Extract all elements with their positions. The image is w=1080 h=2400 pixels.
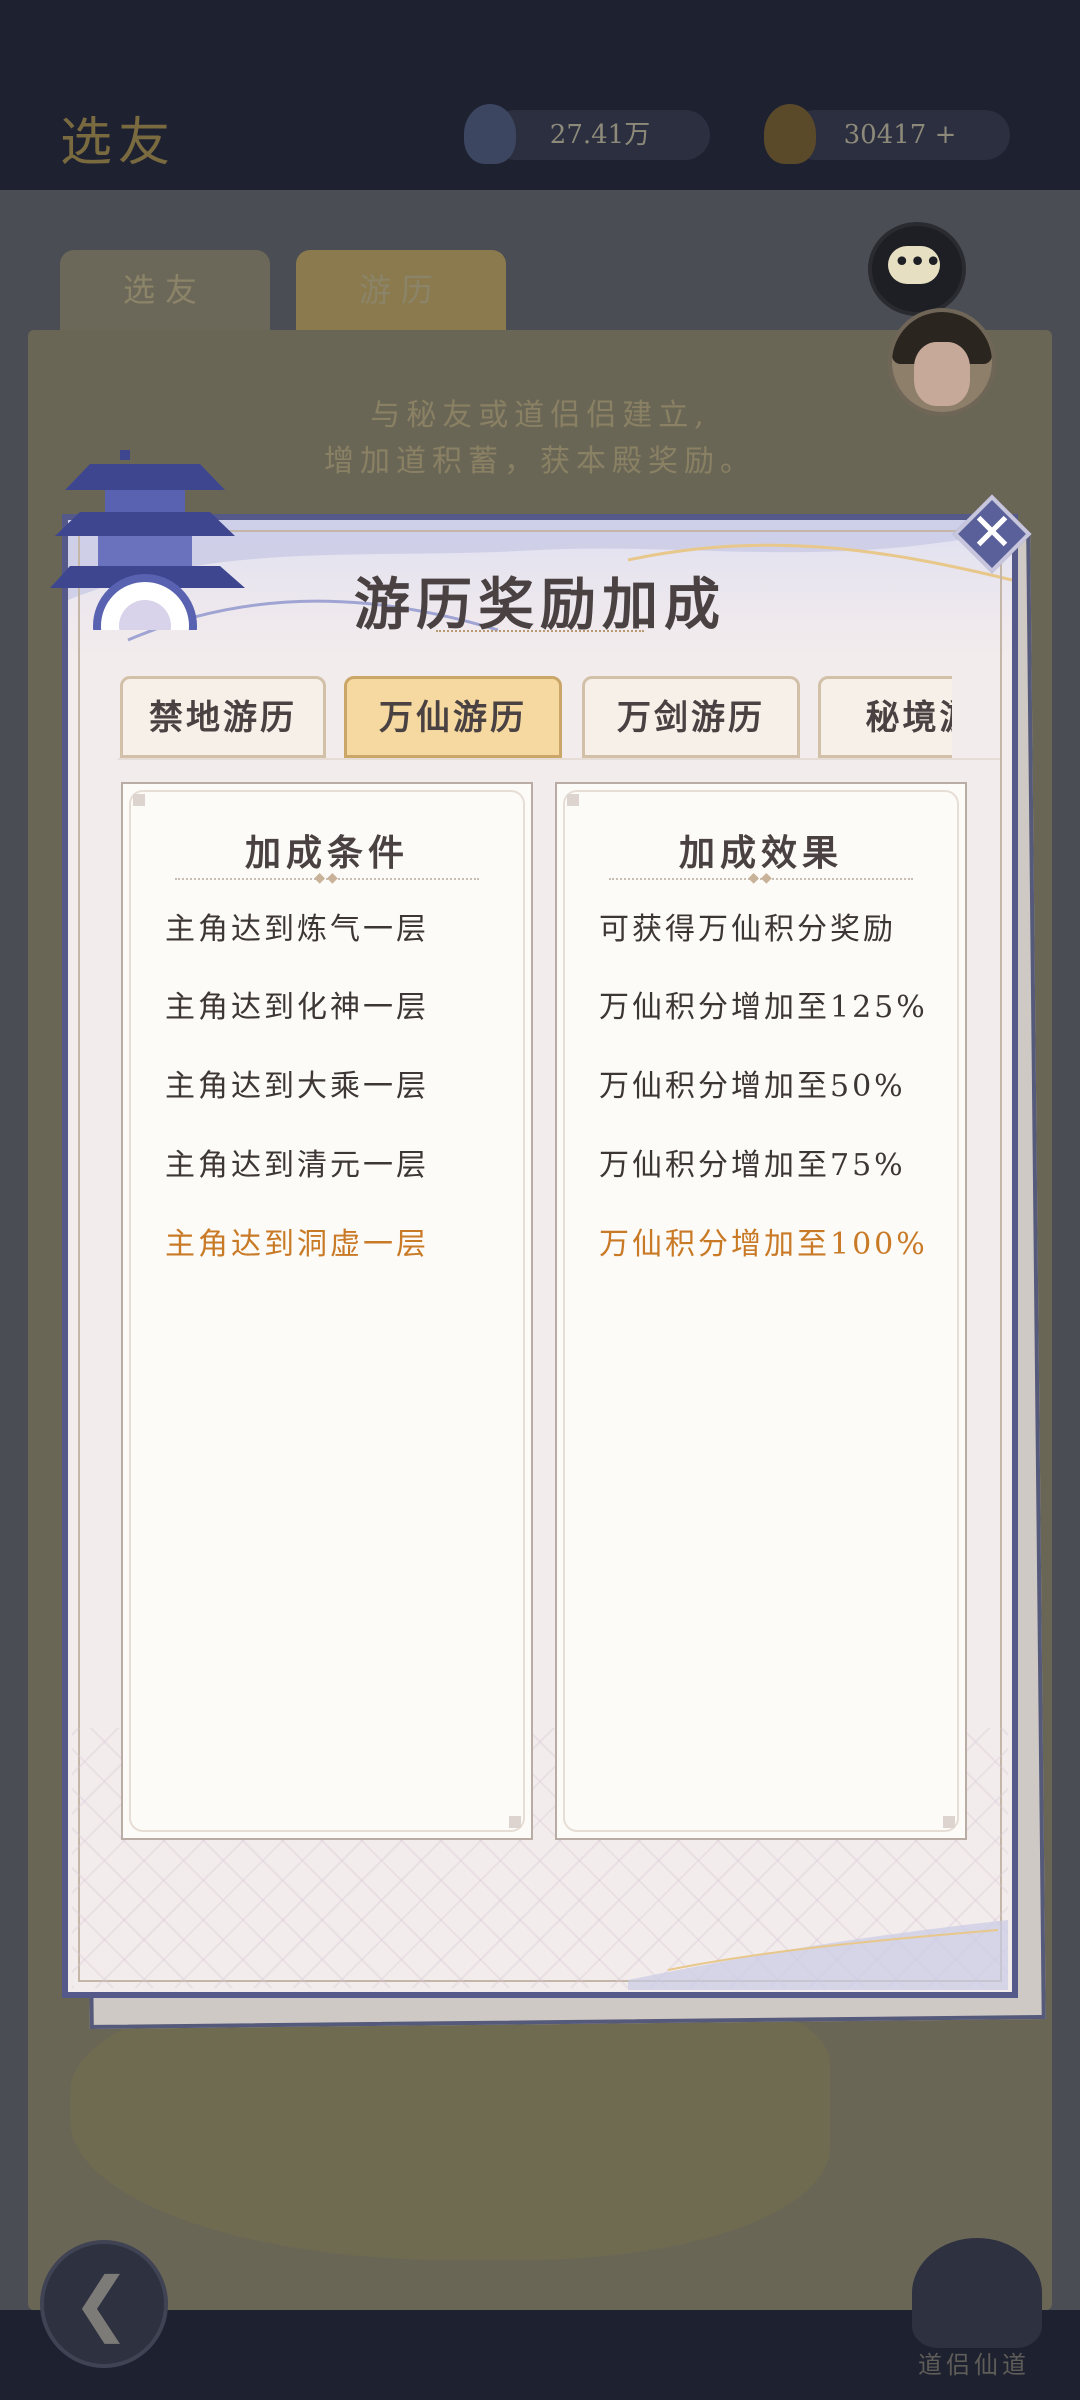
condition-row: 主角达到大乘一层 [165,1069,429,1104]
screen-title: 选友 [60,113,177,173]
chat-dots-icon: ••• [893,245,942,280]
avatar[interactable] [888,308,996,416]
tab-wanxian[interactable]: 万仙游历 [344,676,562,758]
conditions-panel: 加成条件 ◆◆ 主角达到炼气一层 主角达到化神一层 主角达到大乘一层 主角达到清… [121,782,533,1840]
close-icon: ✕ [970,503,1014,563]
resource-counter-1[interactable]: 27.41万 [464,104,710,164]
effects-header: 加成效果 [678,832,843,874]
effect-row: 万仙积分增加至125% [599,990,928,1025]
effect-row: 可获得万仙积分奖励 [599,912,896,947]
effects-panel: 加成效果 ◆◆ 可获得万仙积分奖励 万仙积分增加至125% 万仙积分增加至50%… [555,782,967,1840]
divider-diamond-icon: ◆◆ [748,870,774,886]
tab-forbidden-land[interactable]: 禁地游历 [120,676,326,758]
spirit-stone-icon [464,104,516,164]
wave-decoration-bottom [628,1920,1008,1990]
back-arrow-icon: ❮ [72,2262,131,2344]
resource-counter-2[interactable]: 30417 + [764,104,1010,164]
condition-row: 主角达到化神一层 [165,990,429,1025]
condition-row: 主角达到清元一层 [165,1148,429,1183]
effect-row: 万仙积分增加至50% [599,1069,906,1104]
companion-hall-icon[interactable] [912,2238,1042,2348]
tabs-divider [118,758,1000,760]
modal-title: 游历奖励加成 [354,572,726,638]
bottom-right-label: 道侣仙道 [918,2351,1030,2379]
bg-tab-companions[interactable]: 选友 [60,250,270,330]
conditions-header: 加成条件 [244,832,409,874]
effect-row: 万仙积分增加至75% [599,1148,906,1183]
close-button[interactable]: ✕ [952,494,1032,574]
tab-secret-realm[interactable]: 秘境游 [818,676,952,758]
lightning-icon [764,104,816,164]
condition-row: 主角达到炼气一层 [165,912,429,947]
tab-bar: 禁地游历 万仙游历 万剑游历 秘境游 [118,672,952,762]
tab-wanjian[interactable]: 万剑游历 [582,676,800,758]
bg-tab-travel[interactable]: 游历 [296,250,506,330]
effect-row-highlighted: 万仙积分增加至100% [599,1227,928,1262]
condition-row-highlighted: 主角达到洞虚一层 [165,1227,429,1262]
divider-diamond-icon: ◆◆ [314,870,340,886]
title-decoration [436,630,644,642]
